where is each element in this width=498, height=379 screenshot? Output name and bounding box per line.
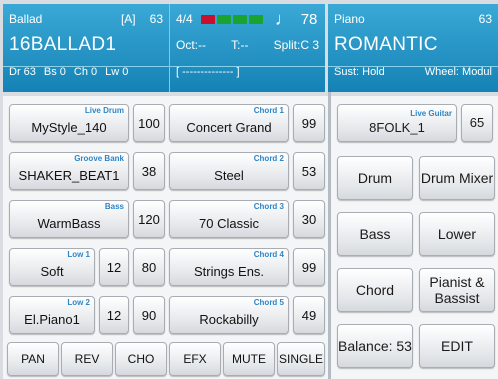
chord-button[interactable]: Chord — [337, 268, 413, 312]
pan-button[interactable]: PAN — [7, 342, 59, 376]
wheel-label: Wheel: Modul — [424, 66, 492, 78]
voice-category-label: Piano — [334, 12, 365, 26]
status-lower: Lw 0 — [105, 66, 129, 78]
drum-button[interactable]: Drum — [337, 156, 413, 200]
part-name: 70 Classic — [199, 216, 259, 231]
part-octave[interactable]: 12 — [99, 296, 129, 334]
tempo-beat-3 — [232, 14, 247, 24]
part-name: WarmBass — [37, 216, 101, 231]
part-volume[interactable]: 38 — [133, 152, 165, 190]
rev-button[interactable]: REV — [61, 342, 113, 376]
sustain-label: Sust: Hold — [334, 66, 385, 78]
tempo-header: 4/4 ♩ 78 Oct:-- T:-- Split:C 3 [ -------… — [169, 4, 325, 92]
voice-header[interactable]: Piano 63 ROMANTIC Sust: Hold Wheel: Modu… — [328, 4, 498, 92]
part-tag: Chord 2 — [253, 154, 284, 163]
part-name: Soft — [40, 264, 64, 279]
status-bass: Bs 0 — [43, 66, 66, 78]
style-category-label: Ballad — [9, 12, 43, 26]
part-volume[interactable]: 49 — [293, 296, 325, 334]
part-volume[interactable]: 80 — [133, 248, 165, 286]
cho-button[interactable]: CHO — [115, 342, 167, 376]
pianist-bassist-button[interactable]: Pianist & Bassist — [419, 268, 495, 312]
tempo-value: 78 — [300, 10, 318, 28]
part-volume[interactable]: 120 — [133, 200, 165, 238]
style-mode-label: [A] — [120, 12, 136, 26]
lower-button[interactable]: Lower — [419, 212, 495, 256]
style-name: 16BALLAD1 — [9, 34, 117, 55]
part-tag: Chord 4 — [253, 250, 284, 259]
part-tag: Live Drum — [84, 106, 124, 115]
status-chord: Ch 0 — [73, 66, 98, 78]
part-volume[interactable]: 53 — [293, 152, 325, 190]
part-name: Concert Grand — [186, 120, 272, 135]
tempo-beat-2 — [216, 14, 231, 24]
part-low-2[interactable]: Low 2 El.Piano1 — [9, 296, 95, 334]
time-signature: 4/4 — [176, 12, 193, 26]
voice-number: 63 — [478, 12, 492, 26]
octave-label: Oct:-- — [176, 38, 206, 52]
part-chord-1[interactable]: Chord 1 Concert Grand — [169, 104, 289, 142]
part-tag: Chord 3 — [253, 202, 284, 211]
part-live-guitar[interactable]: Live Guitar 8FOLK_1 — [337, 104, 457, 142]
part-octave[interactable]: 12 — [99, 248, 129, 286]
split-label: Split:C 3 — [273, 38, 319, 52]
part-tag: Bass — [104, 202, 124, 211]
controls-panel: Live Guitar 8FOLK_1 65 Drum Drum Mixer B… — [331, 96, 498, 379]
efx-button[interactable]: EFX — [169, 342, 221, 376]
part-chord-3[interactable]: Chord 3 70 Classic — [169, 200, 289, 238]
tempo-beat-4 — [248, 14, 263, 24]
single-button[interactable]: SINGLE — [277, 342, 325, 376]
part-name: El.Piano1 — [24, 312, 80, 327]
part-chord-2[interactable]: Chord 2 Steel — [169, 152, 289, 190]
part-tag: Chord 1 — [253, 106, 284, 115]
part-chord-5[interactable]: Chord 5 Rockabilly — [169, 296, 289, 334]
part-volume[interactable]: 100 — [133, 104, 165, 142]
transpose-label: T:-- — [231, 38, 249, 52]
chord-display: [ -------------- ] — [176, 66, 240, 78]
part-bass[interactable]: Bass WarmBass — [9, 200, 129, 238]
parts-panel: Live Drum MyStyle_140 100 Groove Bank SH… — [3, 96, 328, 379]
part-volume[interactable]: 30 — [293, 200, 325, 238]
part-tag: Low 2 — [67, 298, 90, 307]
drum-mixer-button[interactable]: Drum Mixer — [419, 156, 495, 200]
part-tag: Chord 5 — [253, 298, 284, 307]
style-number: 63 — [149, 12, 163, 26]
tempo-indicator — [200, 14, 263, 24]
part-chord-4[interactable]: Chord 4 Strings Ens. — [169, 248, 289, 286]
part-volume[interactable]: 99 — [293, 104, 325, 142]
part-name: Strings Ens. — [193, 264, 265, 279]
part-live-drum[interactable]: Live Drum MyStyle_140 — [9, 104, 129, 142]
style-header[interactable]: Ballad [A] 63 16BALLAD1 Dr 63 Bs 0 Ch 0 … — [3, 4, 169, 92]
part-name: SHAKER_BEAT1 — [18, 168, 120, 183]
voice-name: ROMANTIC — [334, 34, 438, 55]
part-tag: Low 1 — [67, 250, 90, 259]
part-tag: Live Guitar — [410, 109, 452, 118]
part-name: Rockabilly — [199, 312, 259, 327]
edit-button[interactable]: EDIT — [419, 324, 495, 368]
part-groove-bank[interactable]: Groove Bank SHAKER_BEAT1 — [9, 152, 129, 190]
part-volume[interactable]: 99 — [293, 248, 325, 286]
status-drum: Dr 63 — [9, 66, 36, 78]
mute-button[interactable]: MUTE — [223, 342, 275, 376]
quarter-note-icon: ♩ — [274, 8, 293, 29]
tempo-beat-1 — [200, 14, 215, 24]
part-volume[interactable]: 65 — [461, 104, 493, 142]
part-tag: Groove Bank — [74, 154, 124, 163]
part-volume[interactable]: 90 — [133, 296, 165, 334]
bass-button[interactable]: Bass — [337, 212, 413, 256]
part-name: MyStyle_140 — [31, 120, 107, 135]
part-name: Steel — [214, 168, 244, 183]
part-low-1[interactable]: Low 1 Soft — [9, 248, 95, 286]
balance-button[interactable]: Balance: 53 — [337, 324, 413, 368]
